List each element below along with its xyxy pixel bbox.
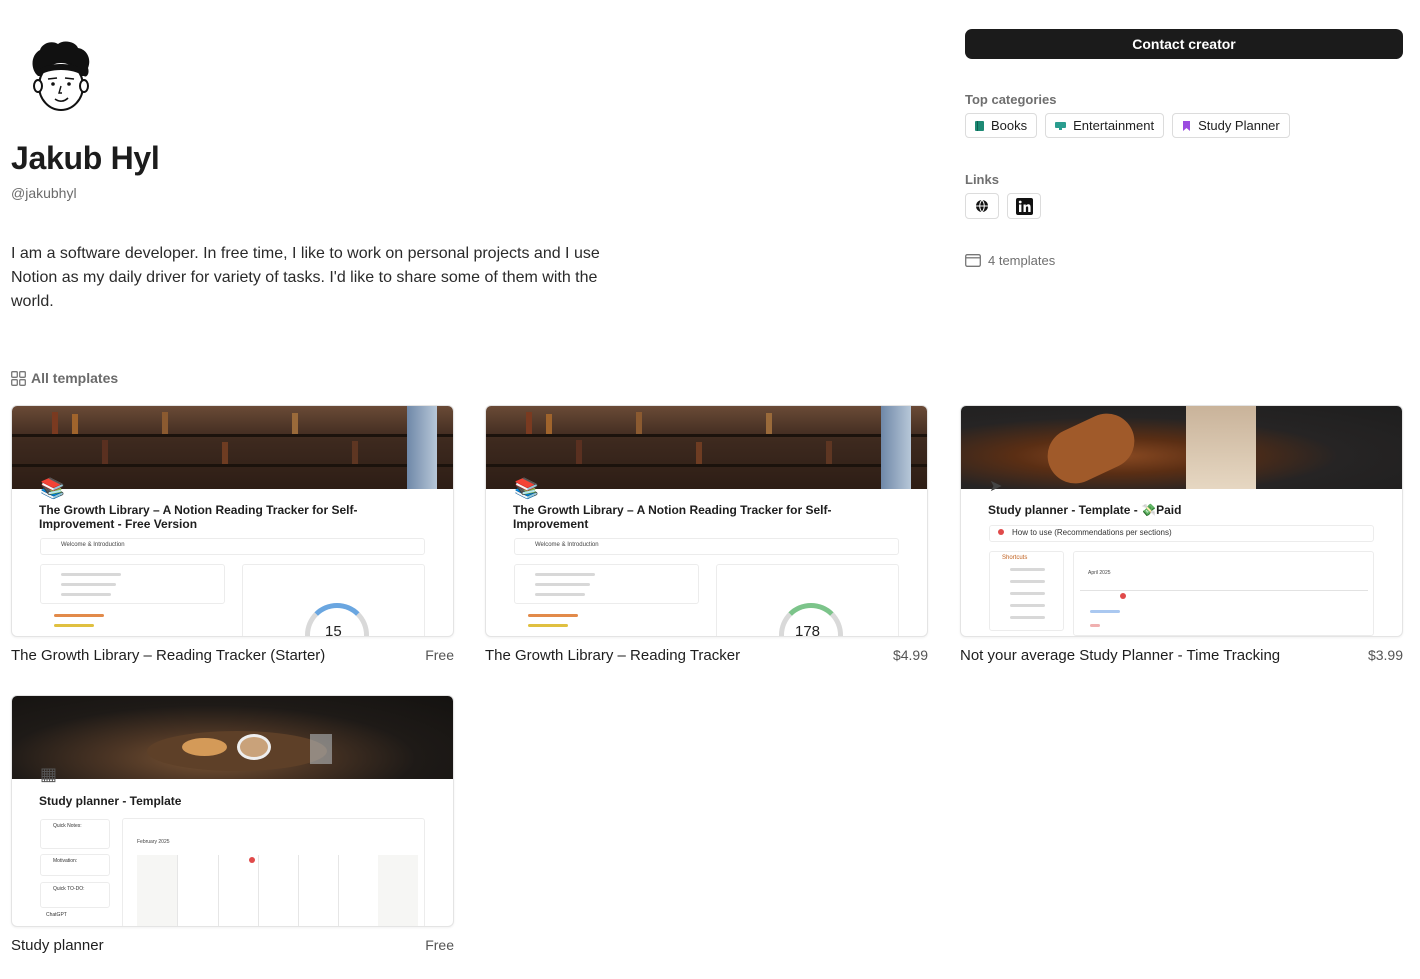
all-templates-label: All templates bbox=[31, 370, 119, 386]
cover-image bbox=[12, 696, 453, 779]
templates-count-label: 4 templates bbox=[988, 253, 1056, 268]
preview-quick-notes: Quick Notes: bbox=[40, 819, 110, 849]
preview-toggle-label: How to use (Recommendations per sections… bbox=[1012, 528, 1172, 537]
preview-toggle: Welcome & Introduction bbox=[40, 538, 425, 555]
preview-panel bbox=[40, 564, 225, 604]
template-preview: 📚 The Growth Library – A Notion Reading … bbox=[485, 405, 928, 637]
cover-image bbox=[12, 406, 453, 489]
send-icon: ➤ bbox=[989, 478, 1003, 495]
all-templates-heading: All templates bbox=[11, 370, 118, 386]
avatar-illustration bbox=[32, 41, 90, 111]
website-link[interactable] bbox=[965, 193, 999, 219]
profile-handle: @jakubhyl bbox=[11, 185, 77, 201]
preview-title: The Growth Library – A Notion Reading Tr… bbox=[513, 503, 832, 531]
preview-calendar: April 2025 bbox=[1073, 551, 1374, 636]
preview-title: Study planner - Template bbox=[39, 794, 182, 808]
linkedin-link[interactable] bbox=[1007, 193, 1041, 219]
template-price: $4.99 bbox=[892, 647, 928, 663]
chatgpt-label: ChatGPT bbox=[46, 912, 67, 918]
links-list bbox=[965, 193, 1041, 219]
linkedin-icon bbox=[1015, 197, 1033, 215]
template-card[interactable]: 📚 The Growth Library – A Notion Reading … bbox=[485, 405, 928, 664]
preview-toggle: Welcome & Introduction bbox=[514, 538, 899, 555]
top-categories-label: Top categories bbox=[965, 92, 1057, 107]
template-card[interactable]: ➤ Study planner - Template - 💸Paid How t… bbox=[960, 405, 1403, 664]
globe-icon bbox=[976, 199, 988, 213]
category-label: Books bbox=[991, 118, 1028, 133]
preview-title: The Growth Library – A Notion Reading Tr… bbox=[39, 503, 358, 531]
calendar-icon: ▦ bbox=[40, 764, 58, 784]
cover-image bbox=[961, 406, 1402, 489]
bookmark-icon bbox=[1183, 120, 1191, 131]
template-name[interactable]: The Growth Library – Reading Tracker bbox=[485, 647, 740, 664]
category-chip-entertainment[interactable]: Entertainment bbox=[1045, 113, 1165, 138]
template-price: $3.99 bbox=[1367, 647, 1403, 663]
preview-motivation: Motivation: bbox=[40, 854, 110, 876]
template-name[interactable]: Study planner bbox=[11, 937, 104, 954]
category-label: Entertainment bbox=[1073, 118, 1155, 133]
category-label: Study Planner bbox=[1198, 118, 1280, 133]
template-price: Free bbox=[425, 647, 454, 663]
category-chip-books[interactable]: Books bbox=[965, 113, 1038, 138]
monitor-icon bbox=[1055, 121, 1067, 130]
preview-stats: 15 bbox=[242, 564, 425, 637]
motivation-label: Motivation: bbox=[53, 858, 78, 864]
book-icon bbox=[975, 120, 984, 131]
page-emoji-icon: 📚 bbox=[514, 478, 539, 500]
preview-calendar: February 2025 bbox=[122, 818, 425, 926]
page-emoji-icon: 📚 bbox=[40, 478, 65, 500]
preview-panel bbox=[514, 564, 699, 604]
calendar-month: April 2025 bbox=[1088, 570, 1111, 576]
template-preview: 📚 The Growth Library – A Notion Reading … bbox=[11, 405, 454, 637]
avatar bbox=[28, 40, 94, 114]
template-price: Free bbox=[425, 937, 454, 953]
quick-notes-label: Quick Notes: bbox=[53, 823, 82, 829]
template-card[interactable]: 📚 The Growth Library – A Notion Reading … bbox=[11, 405, 454, 664]
template-card[interactable]: ▦ Study planner - Template Quick Notes: … bbox=[11, 695, 454, 954]
preview-toggle-label: Welcome & Introduction bbox=[61, 542, 125, 548]
profile-name: Jakub Hyl bbox=[11, 140, 160, 176]
template-preview: ➤ Study planner - Template - 💸Paid How t… bbox=[960, 405, 1403, 637]
preview-stats: 178 bbox=[716, 564, 899, 637]
template-name[interactable]: Not your average Study Planner - Time Tr… bbox=[960, 647, 1280, 664]
cover-image bbox=[486, 406, 927, 489]
contact-creator-button[interactable]: Contact creator bbox=[965, 29, 1403, 59]
preview-todo: Quick TO-DO: bbox=[40, 882, 110, 908]
links-label: Links bbox=[965, 172, 999, 187]
preview-count: 178 bbox=[795, 623, 821, 637]
category-chip-study-planner[interactable]: Study Planner bbox=[1172, 113, 1290, 138]
preview-toggle-label: Welcome & Introduction bbox=[535, 542, 599, 548]
category-list: Books Entertainment Study Planner bbox=[965, 113, 1290, 138]
profile-bio: I am a software developer. In free time,… bbox=[11, 245, 600, 310]
preview-count: 15 bbox=[325, 623, 342, 637]
preview-toggle: How to use (Recommendations per sections… bbox=[989, 525, 1374, 542]
grid-icon bbox=[11, 370, 26, 386]
shortcuts-label: Shortcuts bbox=[1002, 555, 1028, 561]
template-name[interactable]: The Growth Library – Reading Tracker (St… bbox=[11, 647, 325, 664]
preview-title: Study planner - Template - 💸Paid bbox=[988, 503, 1182, 517]
todo-label: Quick TO-DO: bbox=[53, 886, 85, 892]
templates-count: 4 templates bbox=[965, 253, 1055, 268]
template-preview: ▦ Study planner - Template Quick Notes: … bbox=[11, 695, 454, 927]
calendar-month: February 2025 bbox=[137, 839, 170, 845]
window-icon bbox=[965, 254, 981, 267]
preview-shortcuts: Shortcuts bbox=[989, 551, 1064, 631]
